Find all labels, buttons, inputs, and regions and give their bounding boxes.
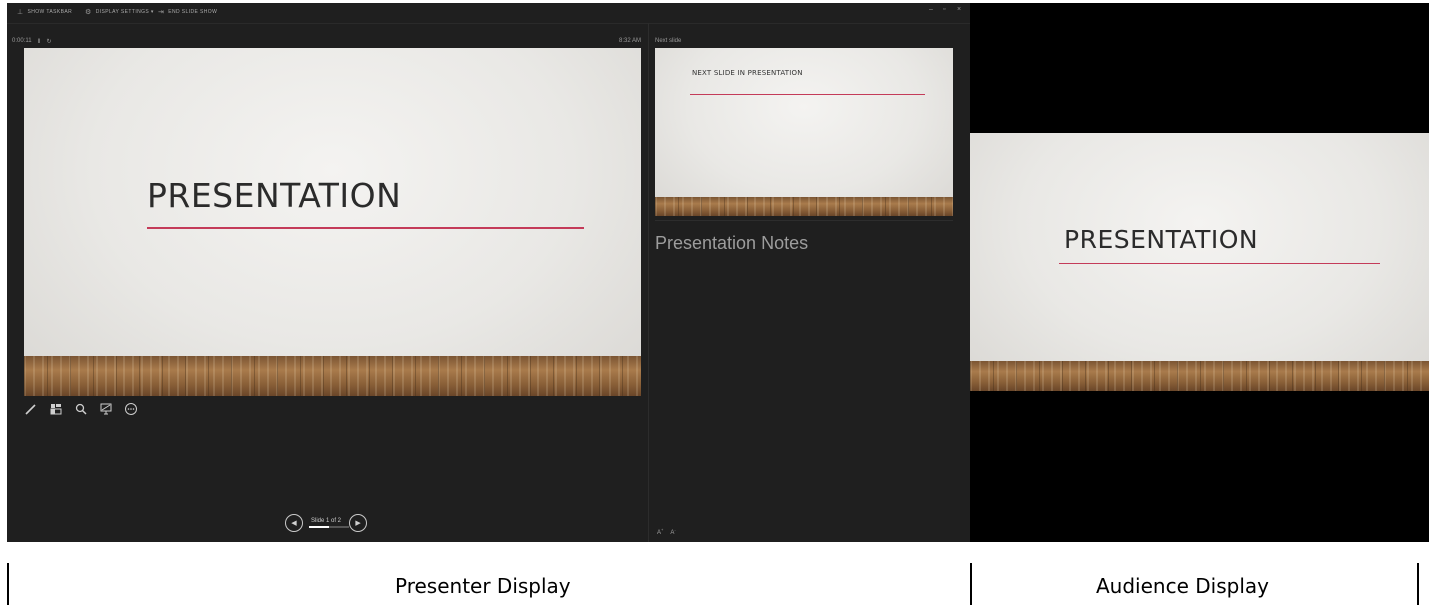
current-time: 8:32 AM [619, 38, 642, 44]
next-slide-preview[interactable]: NEXT SLIDE IN PRESENTATION [655, 48, 953, 216]
slide-title: PRESENTATION [147, 176, 402, 215]
reset-timer-icon[interactable]: ↻ [47, 38, 52, 45]
audience-slide-title: PRESENTATION [1064, 225, 1259, 254]
end-show-icon: ⇥ [158, 9, 165, 16]
pause-timer-icon[interactable]: Ⅱ [38, 38, 41, 45]
audience-display-screen: PRESENTATION [970, 3, 1429, 542]
title-underline [147, 227, 584, 229]
display-settings-icon: ⚙ [85, 9, 92, 16]
display-settings-label: DISPLAY SETTINGS ▾ [95, 9, 154, 15]
speaker-notes[interactable]: Presentation Notes [655, 233, 808, 254]
show-taskbar-button[interactable]: ⊥ SHOW TASKBAR [17, 8, 72, 16]
notes-separator [655, 220, 953, 221]
next-slide-button[interactable]: ▶ [349, 514, 368, 532]
end-slide-show-button[interactable]: ⇥ END SLIDE SHOW [158, 8, 217, 16]
increase-font-button[interactable]: A+ [657, 527, 663, 536]
pen-tool-icon[interactable] [23, 401, 39, 417]
slide-counter-label: Slide 1 of 2 [311, 518, 342, 524]
audience-slide: PRESENTATION [970, 133, 1429, 391]
zoom-magnifier-icon[interactable] [73, 401, 89, 417]
notes-font-controls: A+ A- [657, 527, 676, 536]
taskbar-icon: ⊥ [17, 9, 24, 16]
see-all-slides-icon[interactable] [48, 401, 64, 417]
presenter-view-window: ⊥ SHOW TASKBAR ⚙ DISPLAY SETTINGS ▾ ⇥ EN… [7, 3, 970, 542]
pane-divider[interactable] [648, 23, 649, 542]
restore-button[interactable]: ▫ [943, 6, 945, 13]
next-slide-title: NEXT SLIDE IN PRESENTATION [692, 69, 803, 77]
timer-value: 0:00:11 [12, 38, 32, 44]
wood-floor-graphic [24, 356, 641, 396]
minimize-button[interactable]: – [929, 6, 933, 13]
close-button[interactable]: × [957, 6, 961, 13]
slide-counter[interactable]: Slide 1 of 2 [309, 518, 349, 528]
current-slide-preview: PRESENTATION [24, 48, 641, 396]
audience-title-underline [1059, 263, 1380, 264]
slide-progress-bar [309, 526, 349, 528]
previous-arrow-icon: ◀ [291, 520, 297, 527]
black-screen-icon[interactable] [98, 401, 114, 417]
presenter-display-caption: Presenter Display [395, 574, 571, 598]
next-arrow-icon: ▶ [355, 520, 361, 527]
next-title-underline [690, 94, 925, 95]
more-options-icon[interactable] [123, 401, 139, 417]
next-wood-floor-graphic [655, 197, 953, 216]
presenter-toolbar: ⊥ SHOW TASKBAR ⚙ DISPLAY SETTINGS ▾ ⇥ EN… [7, 3, 970, 24]
slide-progress-fill [309, 526, 329, 528]
audience-wood-floor-graphic [970, 361, 1429, 391]
next-slide-label: Next slide [655, 38, 682, 44]
previous-slide-button[interactable]: ◀ [285, 514, 303, 532]
label-divider-left [7, 563, 9, 605]
decrease-font-button[interactable]: A- [670, 527, 675, 536]
show-taskbar-label: SHOW TASKBAR [27, 9, 73, 15]
slide-navigation: ◀ Slide 1 of 2 ▶ [285, 514, 368, 532]
slide-tools [23, 401, 139, 417]
label-divider-middle [970, 563, 972, 605]
slideshow-timer: 0:00:11 Ⅱ ↻ [12, 38, 52, 45]
display-settings-button[interactable]: ⚙ DISPLAY SETTINGS ▾ [85, 8, 154, 16]
end-slide-show-label: END SLIDE SHOW [168, 9, 218, 15]
audience-display-caption: Audience Display [1096, 574, 1269, 598]
label-divider-right [1417, 563, 1419, 605]
